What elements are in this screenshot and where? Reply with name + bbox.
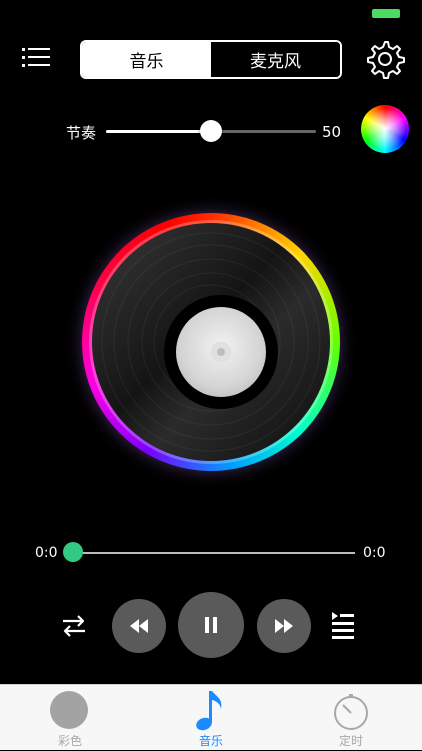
- tab-timer-label: 定时: [338, 734, 363, 748]
- playback-progress-slider[interactable]: [63, 542, 355, 562]
- tab-music[interactable]: 音乐: [171, 685, 251, 751]
- timer-icon: [334, 694, 368, 730]
- mode-segmented-control: 音乐 麦克风: [80, 40, 342, 79]
- fast-forward-icon: [275, 619, 293, 633]
- battery-icon: [372, 9, 400, 18]
- menu-line: [28, 48, 50, 50]
- menu-line: [28, 64, 50, 66]
- tab-color[interactable]: 彩色: [30, 685, 110, 751]
- rhythm-slider[interactable]: [106, 120, 316, 142]
- menu-line: [28, 56, 50, 58]
- playlist-icon[interactable]: [330, 610, 356, 640]
- record-disc: [92, 223, 330, 461]
- rhythm-slider-fill: [106, 130, 211, 133]
- gear-icon[interactable]: [364, 38, 406, 80]
- menu-dot: [22, 48, 25, 51]
- rewind-icon: [130, 619, 148, 633]
- tab-bar: 彩色 音乐 定时: [0, 684, 422, 750]
- total-time: 0:0: [363, 545, 386, 561]
- pause-icon: [205, 617, 217, 633]
- menu-dot: [22, 64, 25, 67]
- pause-button[interactable]: [178, 592, 244, 658]
- vinyl-record: [82, 213, 340, 471]
- color-wheel-icon[interactable]: [361, 105, 409, 153]
- playback-progress-thumb[interactable]: [63, 542, 83, 562]
- rhythm-label: 节奏: [66, 124, 97, 142]
- color-circle-icon: [50, 691, 88, 729]
- rhythm-value: 50: [322, 123, 342, 141]
- rhythm-slider-thumb[interactable]: [200, 120, 222, 142]
- tab-color-label: 彩色: [57, 734, 82, 748]
- tab-timer[interactable]: 定时: [311, 685, 391, 751]
- music-note-icon: [196, 691, 222, 731]
- previous-button[interactable]: [112, 599, 166, 653]
- tab-music-label: 音乐: [198, 734, 223, 748]
- segment-music[interactable]: 音乐: [82, 42, 211, 77]
- menu-list-icon[interactable]: [22, 44, 52, 68]
- elapsed-time: 0:0: [35, 545, 58, 561]
- menu-dot: [22, 56, 25, 59]
- next-button[interactable]: [257, 599, 311, 653]
- segment-microphone[interactable]: 麦克风: [211, 42, 340, 77]
- record-spindle-hole: [211, 342, 231, 362]
- shuffle-icon[interactable]: [60, 612, 88, 640]
